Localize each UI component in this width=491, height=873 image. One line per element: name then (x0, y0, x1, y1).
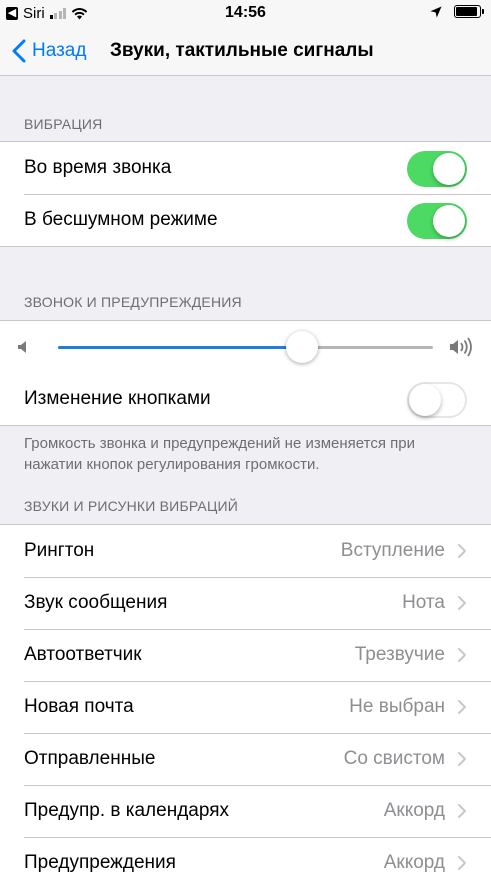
reminder-alerts-label: Предупреждения (24, 852, 176, 873)
chevron-right-icon (458, 856, 466, 870)
text-tone-value: Нота (402, 592, 445, 613)
vibrate-on-silent-toggle[interactable] (407, 203, 467, 239)
speaker-high-icon (450, 337, 472, 357)
sent-mail-row[interactable]: Отправленные Со свистом (0, 733, 491, 785)
section-header-vibration: ВИБРАЦИЯ (24, 116, 103, 132)
ringer-footer-note: Громкость звонка и предупреждений не изм… (24, 435, 415, 473)
vibration-group: Во время звонка В бесшумном режиме (0, 141, 491, 247)
vibrate-on-silent-row: В бесшумном режиме (0, 194, 491, 246)
sounds-group: Рингтон Вступление Звук сообщения Нота А… (0, 524, 491, 873)
section-header-ringer: ЗВОНОК И ПРЕДУПРЕЖДЕНИЯ (24, 294, 242, 310)
new-mail-label: Новая почта (24, 696, 134, 717)
chevron-left-icon (12, 39, 26, 63)
chevron-right-icon (458, 804, 466, 818)
ringtone-label: Рингтон (24, 540, 95, 561)
sent-mail-label: Отправленные (24, 748, 156, 769)
new-mail-value: Не выбран (349, 696, 445, 717)
reminder-alerts-value: Аккорд (383, 852, 445, 873)
reminder-alerts-row[interactable]: Предупреждения Аккорд (0, 837, 491, 873)
section-header-sounds: ЗВУКИ И РИСУНКИ ВИБРАЦИЙ (24, 498, 239, 514)
change-with-buttons-toggle[interactable] (407, 382, 467, 418)
ringer-volume-slider-row (0, 321, 491, 373)
new-mail-row[interactable]: Новая почта Не выбран (0, 681, 491, 733)
status-bar: ◀ Siri 14:56 (0, 0, 491, 28)
clock: 14:56 (225, 4, 266, 21)
chevron-right-icon (458, 700, 466, 714)
vibrate-on-ring-label: Во время звонка (24, 157, 172, 178)
volume-slider-thumb[interactable] (285, 331, 318, 363)
ringtone-value: Вступление (340, 540, 445, 561)
voicemail-label: Автоответчик (24, 644, 142, 665)
speaker-low-icon (18, 341, 26, 353)
calendar-alerts-label: Предупр. в календарях (24, 800, 229, 821)
battery-icon (454, 5, 484, 18)
change-with-buttons-label: Изменение кнопками (24, 388, 211, 409)
chevron-right-icon (458, 544, 466, 558)
ringer-group: Изменение кнопками (0, 320, 491, 426)
text-tone-row[interactable]: Звук сообщения Нота (0, 577, 491, 629)
navigation-bar: Назад Звуки, тактильные сигналы (0, 28, 491, 76)
vibrate-on-ring-toggle[interactable] (407, 151, 467, 187)
back-button-label: Назад (32, 40, 87, 61)
chevron-right-icon (458, 596, 466, 610)
sent-mail-value: Со свистом (343, 748, 445, 769)
calendar-alerts-value: Аккорд (383, 800, 445, 821)
vibrate-on-ring-row: Во время звонка (0, 142, 491, 194)
volume-slider-track[interactable] (58, 346, 433, 349)
voicemail-row[interactable]: Автоответчик Трезвучие (0, 629, 491, 681)
text-tone-label: Звук сообщения (24, 592, 168, 613)
page-title: Звуки, тактильные сигналы (110, 40, 374, 61)
calendar-alerts-row[interactable]: Предупр. в календарях Аккорд (0, 785, 491, 837)
voicemail-value: Трезвучие (354, 644, 445, 665)
location-arrow-icon (430, 6, 442, 17)
change-with-buttons-row: Изменение кнопками (0, 373, 491, 425)
chevron-right-icon (458, 752, 466, 766)
ringtone-row[interactable]: Рингтон Вступление (0, 525, 491, 577)
vibrate-on-silent-label: В бесшумном режиме (24, 209, 218, 230)
back-button[interactable]: Назад (12, 39, 86, 63)
volume-slider-fill (58, 346, 302, 349)
chevron-right-icon (458, 648, 466, 662)
